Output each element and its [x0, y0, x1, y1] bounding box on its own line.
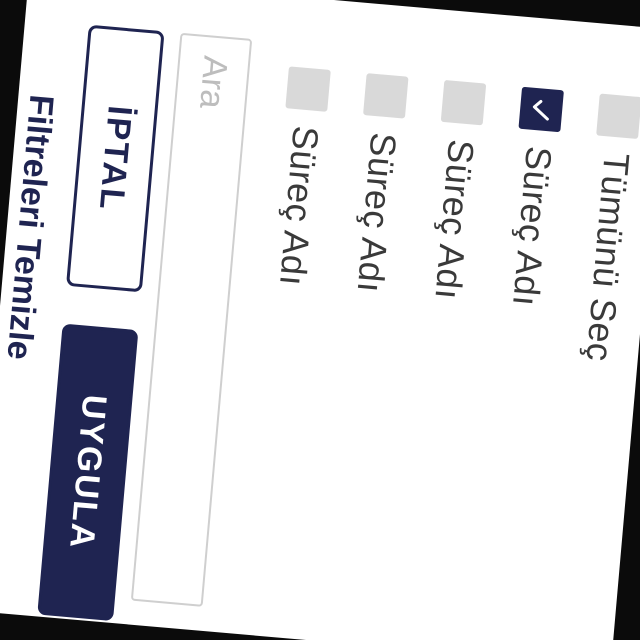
apply-button-label: UYGULA: [62, 393, 115, 552]
filter-panel: Tümünü Seç Süreç Adı Süreç Adı Süreç Adı…: [0, 0, 640, 640]
check-icon: [532, 99, 549, 121]
select-all-checkbox[interactable]: [596, 93, 640, 140]
apply-button[interactable]: UYGULA: [37, 323, 139, 622]
clear-filters-link[interactable]: Filtreleri Temizle: [0, 93, 60, 361]
item-checkbox[interactable]: [440, 79, 487, 126]
item-checkbox[interactable]: [363, 73, 409, 119]
item-checkbox[interactable]: [285, 66, 331, 112]
select-all-label: Tümünü Seç: [578, 151, 638, 364]
screenshot-frame: Tümünü Seç Süreç Adı Süreç Adı Süreç Adı…: [0, 0, 640, 640]
item-label: Süreç Adı: [427, 137, 483, 302]
cancel-button-label: İPTAL: [92, 104, 140, 213]
search-placeholder: Ara: [192, 54, 235, 111]
item-label: Süreç Adı: [271, 124, 327, 288]
item-checkbox-checked[interactable]: [518, 86, 564, 133]
cancel-button[interactable]: İPTAL: [66, 24, 165, 293]
item-label: Süreç Adı: [505, 144, 560, 309]
item-label: Süreç Adı: [349, 131, 405, 295]
